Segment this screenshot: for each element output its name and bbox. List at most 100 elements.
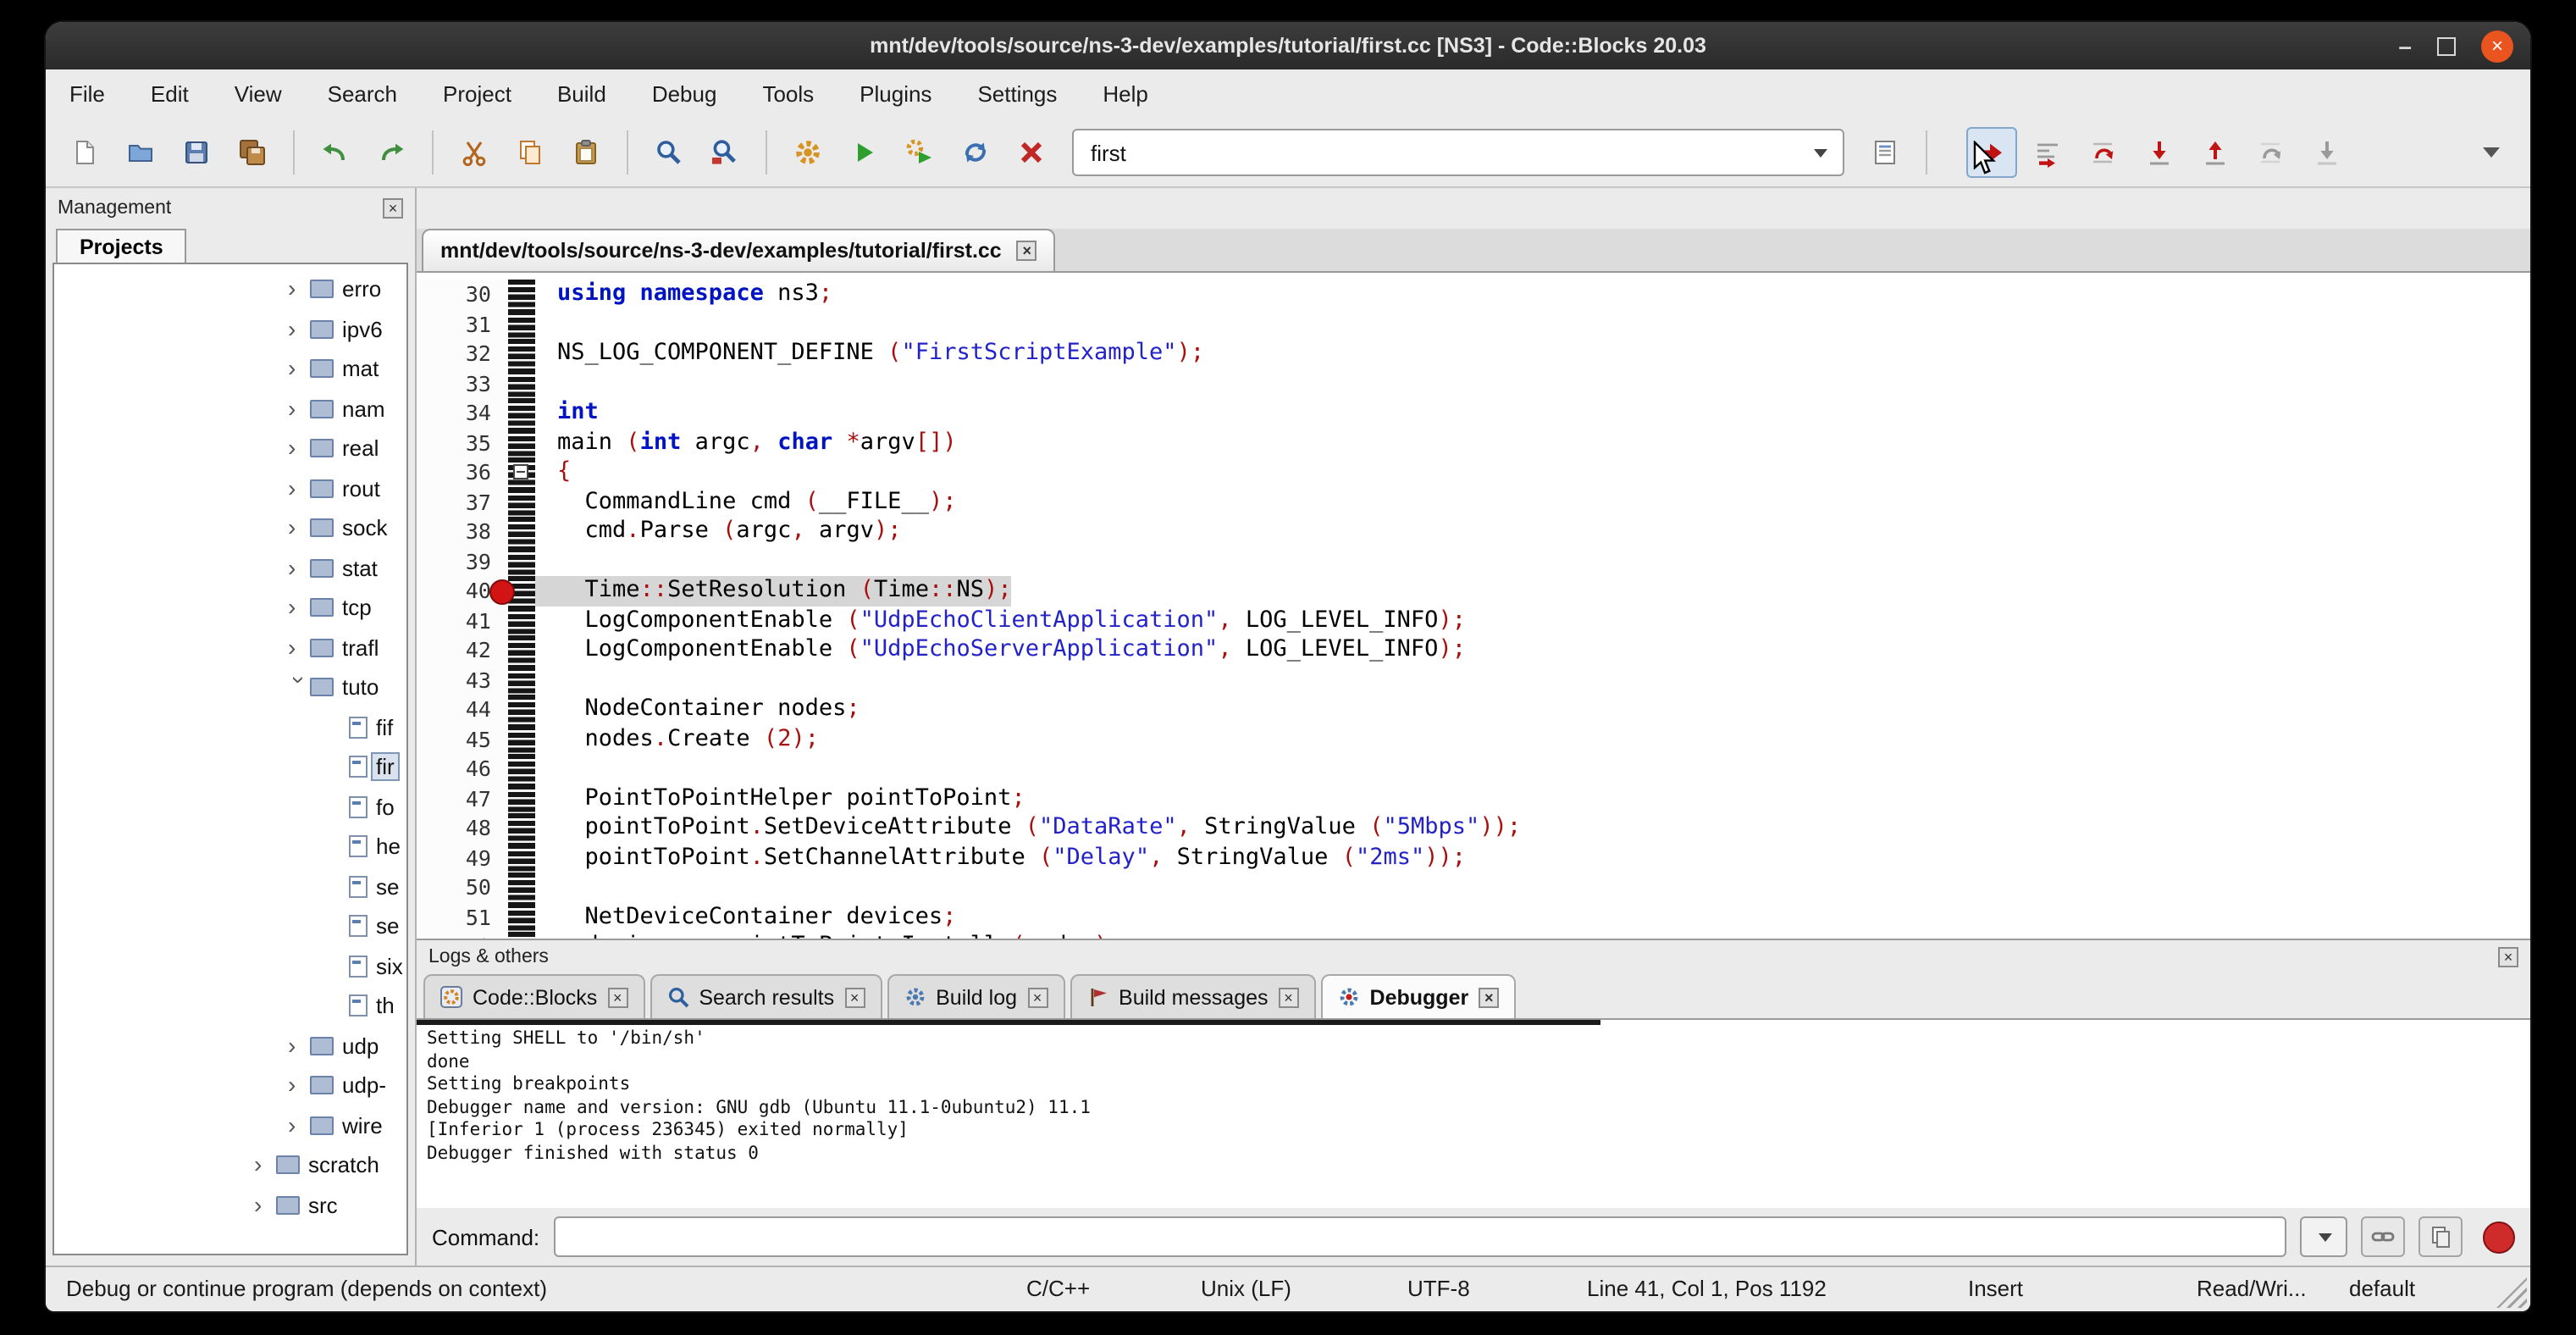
run-button[interactable] xyxy=(838,127,889,178)
tree-item-wire[interactable]: ›wire xyxy=(54,1105,406,1145)
replace-button[interactable] xyxy=(699,127,750,178)
tree-item-se[interactable]: se xyxy=(54,906,406,946)
logs-tab-build-log[interactable]: Build log× xyxy=(887,974,1064,1018)
tree-item-he[interactable]: he xyxy=(54,827,406,867)
build-and-run-button[interactable] xyxy=(894,127,945,178)
close-icon[interactable]: × xyxy=(2481,30,2513,62)
breakpoint-margin[interactable] xyxy=(508,339,535,368)
tree-item-real[interactable]: ›real xyxy=(54,429,406,468)
menu-item-edit[interactable]: Edit xyxy=(151,81,189,107)
breakpoint-margin[interactable] xyxy=(508,546,535,576)
breakpoint-margin[interactable] xyxy=(508,635,535,665)
tree-item-tuto[interactable]: ›tuto xyxy=(54,668,406,707)
breakpoint-margin[interactable] xyxy=(508,843,535,872)
breakpoint-margin[interactable] xyxy=(508,754,535,784)
breakpoint-margin[interactable] xyxy=(508,665,535,695)
tree-item-ipv6[interactable]: ›ipv6 xyxy=(54,309,406,349)
breakpoint-margin[interactable] xyxy=(508,724,535,754)
chevron-right-icon[interactable]: › xyxy=(288,597,310,619)
editor-tab[interactable]: mnt/dev/tools/source/ns-3-dev/examples/t… xyxy=(422,229,1056,271)
breakpoint-margin[interactable] xyxy=(508,606,535,635)
menu-item-build[interactable]: Build xyxy=(557,81,606,107)
command-input[interactable] xyxy=(553,1216,2286,1257)
close-management-icon[interactable]: × xyxy=(383,198,403,219)
tree-item-udp[interactable]: ›udp xyxy=(54,1026,406,1066)
close-icon[interactable]: × xyxy=(607,987,627,1007)
tree-item-fo[interactable]: fo xyxy=(54,787,406,827)
paste-button[interactable] xyxy=(561,127,611,178)
tree-item-se[interactable]: se xyxy=(54,867,406,906)
tree-item-six[interactable]: six xyxy=(54,946,406,986)
breakpoint-margin[interactable] xyxy=(508,517,535,546)
breakpoint-margin[interactable] xyxy=(508,398,535,428)
find-button[interactable] xyxy=(644,127,694,178)
menu-item-help[interactable]: Help xyxy=(1103,81,1148,107)
menu-item-settings[interactable]: Settings xyxy=(977,81,1057,107)
breakpoint-margin[interactable] xyxy=(508,457,535,487)
chevron-right-icon[interactable]: › xyxy=(288,398,310,420)
step-into-button[interactable] xyxy=(2134,127,2185,178)
chevron-right-icon[interactable]: › xyxy=(288,637,310,659)
chevron-right-icon[interactable]: › xyxy=(288,1075,310,1097)
tree-item-rout[interactable]: ›rout xyxy=(54,468,406,508)
tree-item-erro[interactable]: ›erro xyxy=(54,269,406,309)
breakpoint-margin[interactable] xyxy=(508,695,535,724)
build-button[interactable] xyxy=(782,127,833,178)
tab-projects[interactable]: Projects xyxy=(56,229,187,263)
cut-button[interactable] xyxy=(449,127,500,178)
breakpoint-margin[interactable] xyxy=(508,813,535,843)
save-all-button[interactable] xyxy=(227,127,278,178)
tree-item-stat[interactable]: ›stat xyxy=(54,548,406,588)
tree-item-trafl[interactable]: ›trafl xyxy=(54,628,406,668)
run-to-cursor-button[interactable] xyxy=(2022,127,2073,178)
titlebar[interactable]: mnt/dev/tools/source/ns-3-dev/examples/t… xyxy=(46,22,2530,69)
breakpoint-icon[interactable] xyxy=(489,579,515,605)
toolbar-overflow-button[interactable] xyxy=(2466,127,2517,178)
chevron-right-icon[interactable]: › xyxy=(254,1155,276,1177)
tree-item-src[interactable]: ›src xyxy=(54,1185,406,1225)
breakpoint-margin[interactable] xyxy=(508,368,535,398)
close-icon[interactable]: × xyxy=(1479,987,1499,1007)
breakpoint-margin[interactable] xyxy=(508,872,535,902)
maximize-icon[interactable] xyxy=(2437,36,2456,55)
copy-log-button[interactable] xyxy=(2418,1216,2463,1257)
rebuild-button[interactable] xyxy=(950,127,1001,178)
resize-grip[interactable] xyxy=(2496,1277,2527,1308)
chevron-down-icon[interactable]: › xyxy=(288,677,310,699)
tree-item-scratch[interactable]: ›scratch xyxy=(54,1145,406,1185)
tree-item-fir[interactable]: fir xyxy=(54,747,406,787)
tree-item-tcp[interactable]: ›tcp xyxy=(54,588,406,628)
logs-tab-search-results[interactable]: Search results× xyxy=(650,974,882,1018)
breakpoint-margin[interactable] xyxy=(508,487,535,517)
tree-item-nam[interactable]: ›nam xyxy=(54,389,406,429)
logs-tab-debugger[interactable]: Debugger× xyxy=(1321,974,1517,1018)
breakpoint-margin[interactable] xyxy=(508,932,535,939)
menu-item-file[interactable]: File xyxy=(69,81,105,107)
close-logs-icon[interactable]: × xyxy=(2498,946,2518,967)
breakpoint-margin[interactable] xyxy=(508,576,535,606)
minimize-icon[interactable]: – xyxy=(2398,34,2412,58)
chevron-right-icon[interactable]: › xyxy=(288,358,310,380)
next-instruction-button[interactable] xyxy=(2246,127,2297,178)
menu-item-plugins[interactable]: Plugins xyxy=(860,81,931,107)
tree-item-fif[interactable]: fif xyxy=(54,707,406,747)
tree-item-th[interactable]: th xyxy=(54,986,406,1026)
save-button[interactable] xyxy=(171,127,222,178)
tree-item-mat[interactable]: ›mat xyxy=(54,349,406,389)
build-target-combo[interactable]: first xyxy=(1072,129,1844,176)
chevron-right-icon[interactable]: › xyxy=(288,557,310,579)
attach-button[interactable] xyxy=(2361,1216,2405,1257)
chevron-right-icon[interactable]: › xyxy=(288,438,310,460)
new-file-button[interactable] xyxy=(59,127,110,178)
breakpoint-margin[interactable] xyxy=(508,280,535,309)
step-out-button[interactable] xyxy=(2190,127,2241,178)
step-into-instruction-button[interactable] xyxy=(2302,127,2352,178)
menu-item-debug[interactable]: Debug xyxy=(652,81,717,107)
menu-item-search[interactable]: Search xyxy=(328,81,397,107)
menu-item-tools[interactable]: Tools xyxy=(762,81,814,107)
code-editor[interactable]: 30using namespace ns3;3132NS_LOG_COMPONE… xyxy=(417,273,2530,939)
menu-item-project[interactable]: Project xyxy=(443,81,511,107)
tree-item-sock[interactable]: ›sock xyxy=(54,508,406,548)
menu-item-view[interactable]: View xyxy=(235,81,282,107)
chevron-right-icon[interactable]: › xyxy=(288,319,310,341)
